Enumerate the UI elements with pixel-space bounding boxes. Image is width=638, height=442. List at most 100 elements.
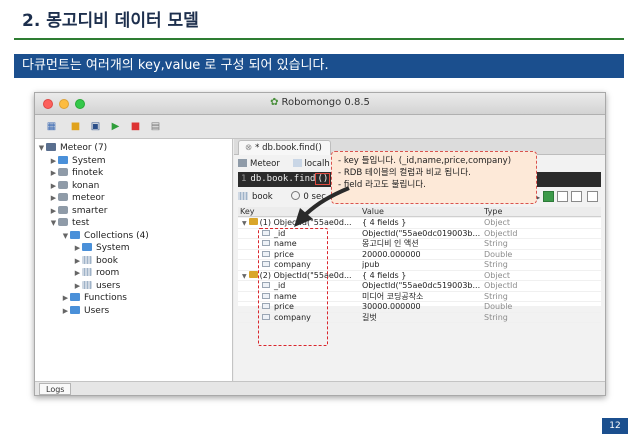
open-folder-icon[interactable]: ■ bbox=[69, 120, 82, 133]
sidebar-item-label: test bbox=[72, 218, 90, 228]
collapsed-arrow-icon[interactable]: ▶ bbox=[73, 280, 82, 293]
clock-icon bbox=[291, 191, 301, 200]
document-icon bbox=[248, 270, 258, 278]
sidebar-item-functions[interactable]: ▶ Functions bbox=[35, 292, 232, 305]
stop-icon[interactable]: ■ bbox=[129, 120, 142, 133]
sidebar-item-system[interactable]: ▶ System bbox=[35, 155, 232, 168]
collection-icon bbox=[238, 192, 248, 200]
custom-view-button[interactable] bbox=[587, 191, 598, 202]
type-cell: Object bbox=[484, 270, 511, 280]
window-titlebar: ✿ Robomongo 0.8.5 bbox=[35, 93, 605, 115]
sidebar-item-meteor[interactable]: ▶ meteor bbox=[35, 192, 232, 205]
value-cell: 몽고디비 인 액션 bbox=[362, 239, 419, 248]
database-explorer: ▼ Meteor (7) ▶ System ▶ finotek ▶ konan ▶ meteor ▶… bbox=[35, 139, 233, 383]
window-title: Robomongo 0.8.5 bbox=[281, 97, 370, 108]
sidebar-item-label: konan bbox=[72, 180, 100, 191]
extra-icon[interactable]: ▤ bbox=[149, 120, 162, 133]
value-cell: 미디어 코딩공작소 bbox=[362, 291, 424, 301]
document-row[interactable]: ▼ (1) ObjectId("55ae0d... { 4 fields } Obje… bbox=[238, 218, 601, 229]
connection-name[interactable]: Meteor bbox=[250, 159, 280, 169]
folder-icon bbox=[82, 243, 92, 251]
expand-arrow-icon[interactable]: ▼ bbox=[242, 273, 247, 280]
key-text: (1) ObjectId("55ae0d... bbox=[259, 218, 352, 227]
table-icon bbox=[82, 255, 92, 264]
server-icon bbox=[46, 143, 56, 151]
collapsed-arrow-icon[interactable]: ▶ bbox=[73, 242, 82, 255]
folder-icon bbox=[58, 155, 68, 164]
sidebar-item-label: System bbox=[72, 155, 106, 166]
query-time: 0 sec. bbox=[303, 192, 329, 202]
collapsed-arrow-icon[interactable]: ▶ bbox=[49, 180, 58, 193]
sidebar-item-label: Meteor (7) bbox=[60, 143, 108, 153]
sidebar-item-meteor-7[interactable]: ▼ Meteor (7) bbox=[35, 142, 232, 155]
close-tab-icon[interactable]: ⊗ bbox=[245, 143, 252, 153]
callout-line: - RDB 테이블의 컬럼과 비교 됩니다. bbox=[338, 168, 471, 178]
sidebar-item-konan[interactable]: ▶ konan bbox=[35, 180, 232, 193]
type-cell: Double bbox=[484, 249, 513, 259]
callout-line: - field 라고도 불립니다. bbox=[338, 180, 426, 190]
robomongo-leaf-icon: ✿ bbox=[270, 97, 279, 108]
type-cell: String bbox=[484, 312, 508, 322]
type-cell: ObjectId bbox=[484, 281, 518, 290]
expanded-arrow-icon[interactable]: ▼ bbox=[37, 142, 46, 155]
text-view-button[interactable] bbox=[571, 191, 582, 202]
value-cell: 길벗 bbox=[362, 312, 377, 322]
db-icon bbox=[58, 168, 68, 176]
expanded-arrow-icon[interactable]: ▼ bbox=[61, 230, 70, 243]
column-header-key[interactable]: Key bbox=[240, 207, 358, 216]
subtitle-banner: 다큐먼트는 여러개의 key,value 로 구성 되어 있습니다. bbox=[14, 54, 624, 78]
sidebar-item-smarter[interactable]: ▶ smarter bbox=[35, 205, 232, 218]
type-cell: String bbox=[484, 260, 508, 269]
sidebar-item-system[interactable]: ▶ System bbox=[35, 242, 232, 255]
table-view-button[interactable] bbox=[557, 191, 568, 202]
collapsed-arrow-icon[interactable]: ▶ bbox=[49, 192, 58, 205]
tree-view-button[interactable] bbox=[543, 191, 554, 202]
type-cell: Object bbox=[484, 218, 511, 227]
sidebar-item-users[interactable]: ▶ Users bbox=[35, 305, 232, 318]
sidebar-item-label: Functions bbox=[84, 293, 127, 303]
expand-arrow-icon[interactable]: ▼ bbox=[242, 220, 247, 227]
run-icon[interactable]: ▶ bbox=[109, 120, 122, 133]
sidebar-item-collections-4[interactable]: ▼ Collections (4) bbox=[35, 230, 232, 243]
column-header-type[interactable]: Type bbox=[484, 207, 564, 216]
type-cell: String bbox=[484, 291, 508, 301]
host-name[interactable]: localh bbox=[305, 159, 330, 169]
column-header-value[interactable]: Value bbox=[362, 207, 480, 216]
collapsed-arrow-icon[interactable]: ▶ bbox=[61, 305, 70, 318]
collapsed-arrow-icon[interactable]: ▶ bbox=[49, 155, 58, 168]
collapsed-arrow-icon[interactable]: ▶ bbox=[49, 167, 58, 180]
value-cell: 30000.000000 bbox=[362, 302, 421, 311]
query-cursor-paren: () bbox=[315, 173, 331, 185]
logs-tab[interactable]: Logs bbox=[39, 383, 72, 395]
sidebar-item-finotek[interactable]: ▶ finotek bbox=[35, 167, 232, 180]
collapsed-arrow-icon[interactable]: ▶ bbox=[73, 255, 82, 268]
collapsed-arrow-icon[interactable]: ▶ bbox=[73, 267, 82, 280]
annotation-callout: - key 들입니다. (_id,name,price,company) - RD… bbox=[331, 151, 537, 204]
sidebar-item-users[interactable]: ▶ users bbox=[35, 280, 232, 293]
key-highlight-box bbox=[258, 228, 328, 346]
sidebar-item-test[interactable]: ▼ test bbox=[35, 217, 232, 230]
server-icon bbox=[238, 159, 247, 167]
callout-line: - key 들입니다. (_id,name,price,company) bbox=[338, 156, 512, 166]
sidebar-item-room[interactable]: ▶ room bbox=[35, 267, 232, 280]
slide-title: 2. 몽고디비 데이터 모델 bbox=[22, 11, 199, 31]
sidebar-item-label: finotek bbox=[72, 168, 104, 178]
sidebar-item-book[interactable]: ▶ book bbox=[35, 255, 232, 268]
type-cell: String bbox=[484, 239, 508, 248]
collapsed-arrow-icon[interactable]: ▶ bbox=[61, 292, 70, 305]
db-icon bbox=[58, 180, 68, 189]
db-icon bbox=[58, 218, 68, 226]
type-cell: Double bbox=[484, 302, 513, 311]
value-cell: 20000.000000 bbox=[362, 249, 421, 259]
value-cell: { 4 fields } bbox=[362, 218, 407, 227]
collapsed-arrow-icon[interactable]: ▶ bbox=[49, 205, 58, 218]
expanded-arrow-icon[interactable]: ▼ bbox=[49, 217, 58, 230]
value-cell: jpub bbox=[362, 260, 380, 269]
tab-query[interactable]: ⊗ * db.book.find() bbox=[238, 140, 331, 155]
value-cell: ObjectId("55ae0dc519003b... bbox=[362, 281, 480, 290]
connect-icon[interactable]: ▦ bbox=[45, 120, 58, 133]
title-divider bbox=[14, 38, 624, 40]
type-cell: ObjectId bbox=[484, 228, 518, 238]
save-icon[interactable]: ▣ bbox=[89, 120, 102, 133]
db-icon bbox=[58, 193, 68, 201]
